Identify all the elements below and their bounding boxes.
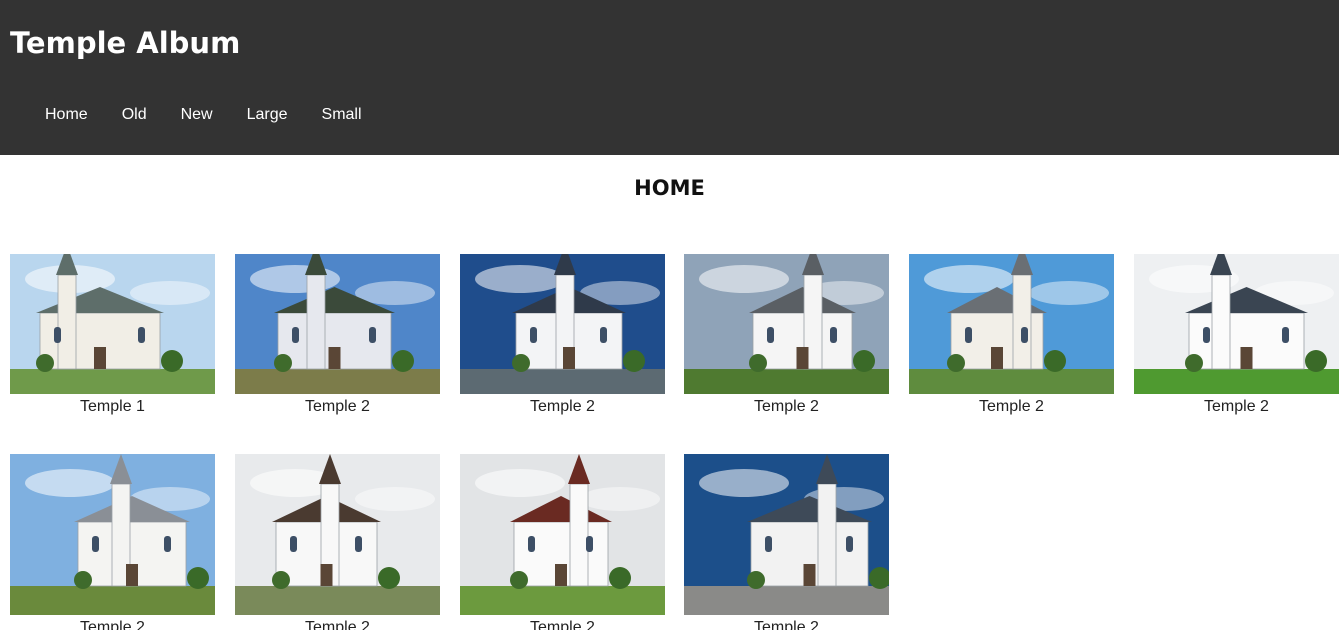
gallery-card[interactable]: Temple 2 [1134,254,1339,418]
gallery-card[interactable]: Temple 1 [10,254,215,418]
church-photo[interactable] [909,254,1114,394]
gallery-card[interactable]: Temple 2 [909,254,1114,418]
photo-caption: Temple 2 [1204,398,1269,415]
gallery-card[interactable]: Temple 2 [684,254,889,418]
photo-caption: Temple 2 [530,619,595,630]
page-heading: HOME [634,176,705,200]
nav-item-new[interactable]: New [164,104,230,126]
site-title: Temple Album [10,26,241,60]
church-photo[interactable] [235,254,440,394]
church-photo[interactable] [235,454,440,615]
church-photo[interactable] [460,454,665,615]
church-photo[interactable] [460,254,665,394]
photo-caption: Temple 2 [979,398,1044,415]
church-photo[interactable] [10,254,215,394]
photo-caption: Temple 1 [80,398,145,415]
photo-caption: Temple 2 [305,619,370,630]
photo-caption: Temple 2 [530,398,595,415]
photo-caption: Temple 2 [80,619,145,630]
nav-item-large[interactable]: Large [230,104,305,126]
gallery-card[interactable]: Temple 2 [684,454,889,630]
gallery-card[interactable]: Temple 2 [235,254,440,418]
nav-item-home[interactable]: Home [28,104,105,126]
church-photo[interactable] [1134,254,1339,394]
photo-caption: Temple 2 [305,398,370,415]
gallery-card[interactable]: Temple 2 [235,454,440,630]
nav-item-old[interactable]: Old [105,104,164,126]
church-photo[interactable] [10,454,215,615]
site-header: Temple Album Home Old New Large Small [0,0,1339,155]
church-photo[interactable] [684,254,889,394]
gallery-card[interactable]: Temple 2 [460,454,665,630]
gallery-card[interactable]: Temple 2 [10,454,215,630]
photo-caption: Temple 2 [754,398,819,415]
main-nav: Home Old New Large Small [28,104,379,126]
photo-caption: Temple 2 [754,619,819,630]
gallery-card[interactable]: Temple 2 [460,254,665,418]
church-photo[interactable] [684,454,889,615]
nav-item-small[interactable]: Small [305,104,379,126]
